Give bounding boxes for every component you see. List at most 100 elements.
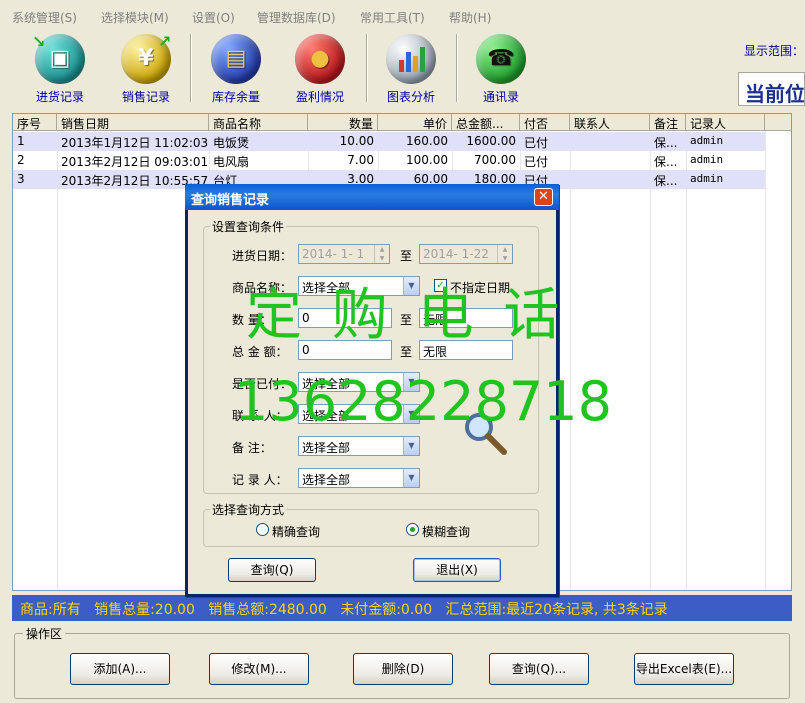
- amount-from-input[interactable]: 0: [298, 340, 392, 360]
- inventory-button[interactable]: ▤ 库存余量: [200, 34, 272, 104]
- column-header-product[interactable]: 商品名称: [209, 114, 308, 131]
- cell-paid: 已付: [524, 155, 549, 169]
- query-button[interactable]: 查询(Q)...: [489, 653, 589, 685]
- column-header-date[interactable]: 销售日期: [57, 114, 209, 131]
- recorder-label: 记 录 人：: [232, 473, 288, 487]
- profit-label: 盈利情况: [295, 90, 344, 104]
- delete-button[interactable]: 删除(D): [353, 653, 453, 685]
- export-excel-button[interactable]: 导出Excel表(E)...: [634, 653, 734, 685]
- inventory-icon: ▤: [211, 34, 261, 84]
- cell-remark: 保...: [654, 174, 678, 188]
- paid-status-value: 选择全部: [302, 377, 351, 391]
- status-unpaid: 未付金额:0.00: [340, 602, 433, 618]
- date-to-field[interactable]: 2014- 1-22 ▲ ▼: [419, 244, 513, 264]
- menu-tools[interactable]: 常用工具(T): [360, 9, 425, 26]
- cell-remark: 保...: [654, 155, 678, 169]
- remark-select[interactable]: 选择全部 ▼: [298, 436, 420, 456]
- column-header-paid[interactable]: 付否: [520, 114, 570, 131]
- column-header-remark[interactable]: 备注: [650, 114, 686, 131]
- cell-index: 1: [17, 134, 25, 148]
- magnifier-icon: [465, 413, 507, 455]
- quantity-to-input[interactable]: 无限: [419, 308, 513, 328]
- edit-button[interactable]: 修改(M)...: [209, 653, 309, 685]
- recorder-value: 选择全部: [302, 473, 351, 487]
- dialog-query-button[interactable]: 查询(Q): [228, 558, 316, 582]
- product-name-select[interactable]: 选择全部 ▼: [298, 276, 420, 296]
- menu-settings[interactable]: 设置(O): [192, 9, 235, 26]
- arrow-down-icon: ↘: [32, 32, 46, 51]
- chart-analysis-label: 图表分析: [386, 90, 435, 104]
- exact-query-radio[interactable]: [256, 523, 269, 536]
- profit-button[interactable]: ● 盈利情况: [284, 34, 356, 104]
- column-header-unit-price[interactable]: 单价: [378, 114, 452, 131]
- to-label: 至: [400, 249, 413, 263]
- menu-help[interactable]: 帮助(H): [449, 9, 491, 26]
- no-date-checkbox[interactable]: ✓: [434, 279, 447, 292]
- spin-icon[interactable]: ▲ ▼: [497, 245, 512, 263]
- toolbar: ▣ 进货记录 ↘ ¥ 销售记录 ↗ ▤ 库存余量 ● 盈利情况 图表分析 ☎ 通…: [10, 30, 805, 108]
- date-from-field[interactable]: 2014- 1- 1 ▲ ▼: [298, 244, 390, 264]
- column-header-quantity[interactable]: 数量: [308, 114, 378, 131]
- paid-status-select[interactable]: 选择全部 ▼: [298, 372, 420, 392]
- phone-book-icon: ☎: [476, 34, 526, 84]
- add-button[interactable]: 添加(A)...: [70, 653, 170, 685]
- display-range-label: 显示范围：: [744, 44, 805, 58]
- contact-select[interactable]: 选择全部 ▼: [298, 404, 420, 424]
- chevron-down-icon[interactable]: ▼: [403, 373, 419, 391]
- contact-value: 选择全部: [302, 409, 351, 423]
- total-amount-label: 总 金 额：: [232, 345, 288, 359]
- operation-area: 操作区 添加(A)... 修改(M)... 删除(D) 查询(Q)... 导出E…: [14, 625, 790, 699]
- summary-status-bar: 商品:所有 销售总量:20.00 销售总额:2480.00 未付金额:0.00 …: [12, 595, 792, 621]
- purchase-date-label: 进货日期：: [232, 249, 293, 263]
- column-divider: [570, 131, 571, 590]
- dialog-title-bar[interactable]: 查询销售记录 ✕: [185, 184, 559, 210]
- recorder-select[interactable]: 选择全部 ▼: [298, 468, 420, 488]
- chevron-down-icon[interactable]: ▼: [403, 437, 419, 455]
- status-total-quantity: 销售总量:20.00: [94, 602, 195, 618]
- product-name-value: 选择全部: [302, 281, 351, 295]
- menu-bar: 系统管理(S) 选择模块(M) 设置(O) 管理数据库(D) 常用工具(T) 帮…: [0, 0, 805, 30]
- phone-book-button[interactable]: ☎ 通讯录: [465, 34, 537, 104]
- menu-select-module[interactable]: 选择模块(M): [101, 9, 169, 26]
- operation-area-title: 操作区: [23, 625, 66, 642]
- query-conditions-title: 设置查询条件: [210, 218, 287, 235]
- contact-label: 联 系 人：: [232, 409, 288, 423]
- column-header-index[interactable]: 序号: [13, 114, 57, 131]
- query-sales-dialog: 查询销售记录 ✕ 设置查询条件 进货日期： 2014- 1- 1 ▲ ▼ 至 20…: [185, 184, 559, 597]
- quantity-from-input[interactable]: 0: [298, 308, 392, 328]
- column-divider: [57, 131, 58, 590]
- menu-system[interactable]: 系统管理(S): [12, 9, 77, 26]
- column-header-contact[interactable]: 联系人: [570, 114, 650, 131]
- column-header-recorder[interactable]: 记录人: [686, 114, 765, 131]
- column-header-total[interactable]: 总金额...: [452, 114, 520, 131]
- to-label: 至: [400, 313, 413, 327]
- profit-icon: ●: [295, 34, 345, 84]
- toolbar-separator: [190, 34, 192, 102]
- dialog-exit-button[interactable]: 退出(X): [413, 558, 501, 582]
- remark-value: 选择全部: [302, 441, 351, 455]
- fuzzy-query-radio[interactable]: [406, 523, 419, 536]
- cell-total: 1600.00: [466, 134, 516, 148]
- cell-unit-price: 160.00: [406, 134, 448, 148]
- close-icon[interactable]: ✕: [534, 188, 553, 206]
- table-header: 序号 销售日期 商品名称 数量 单价 总金额... 付否 联系人 备注 记录人: [13, 114, 791, 131]
- cell-paid: 已付: [524, 136, 549, 150]
- cell-product: 电风扇: [213, 155, 250, 169]
- chart-analysis-button[interactable]: 图表分析: [375, 34, 447, 104]
- date-from-value: 2014- 1- 1: [302, 247, 365, 261]
- status-product: 商品:所有: [20, 602, 81, 618]
- table-row[interactable]: 2 2013年2月12日 09:03:01 电风扇 7.00 100.00 70…: [13, 151, 765, 170]
- chevron-down-icon[interactable]: ▼: [403, 469, 419, 487]
- quantity-label: 数 量：: [232, 313, 272, 327]
- date-to-value: 2014- 1-22: [423, 247, 489, 261]
- cell-index: 2: [17, 153, 25, 167]
- toolbar-separator: [456, 34, 458, 102]
- spin-icon[interactable]: ▲ ▼: [374, 245, 389, 263]
- no-date-label: 不指定日期: [450, 281, 511, 295]
- paid-status-label: 是否已付：: [232, 377, 293, 391]
- menu-manage-database[interactable]: 管理数据库(D): [257, 9, 336, 26]
- table-row[interactable]: 1 2013年1月12日 11:02:03 电饭煲 10.00 160.00 1…: [13, 132, 765, 151]
- chevron-down-icon[interactable]: ▼: [403, 405, 419, 423]
- chevron-down-icon[interactable]: ▼: [403, 277, 419, 295]
- amount-to-input[interactable]: 无限: [419, 340, 513, 360]
